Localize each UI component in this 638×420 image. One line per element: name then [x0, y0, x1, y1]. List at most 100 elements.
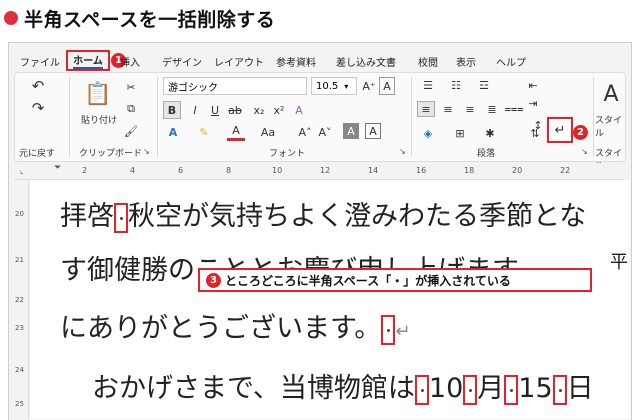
ruler-number: 23 [15, 324, 24, 332]
ruler-number: 16 [416, 166, 427, 175]
page-heading: 半角スペースを一括削除する [4, 4, 275, 32]
align-right-icon[interactable]: ≡ [461, 101, 479, 117]
tab-mailings[interactable]: 差し込み文書 [336, 54, 396, 69]
grow-font-button-icon[interactable]: A˄ [297, 123, 313, 141]
half-width-space-marker [463, 374, 478, 405]
annotation-callout: 3 ところどころに半角スペース「・」が挿入されている [198, 268, 592, 292]
divider [157, 77, 158, 157]
sort-icon[interactable]: ⇅ [527, 125, 543, 141]
asian-layout-icon[interactable]: ✱ [481, 125, 499, 141]
step-badge-3: 3 [206, 272, 221, 288]
bullets-icon[interactable]: ☰ [417, 77, 439, 93]
char-shading-icon[interactable]: A [343, 123, 359, 139]
borders-icon[interactable]: ⊞ [451, 125, 469, 141]
heading-text: 半角スペースを一括削除する [24, 8, 276, 31]
tab-references[interactable]: 参考資料 [276, 54, 316, 69]
ruler-number: 20 [512, 166, 523, 175]
align-center-icon[interactable]: ≡ [439, 101, 457, 117]
clipboard-launcher-icon[interactable]: ↘ [143, 147, 150, 156]
text-run: 秋空が気持ちよく澄みわたる季節と [128, 201, 560, 232]
tab-layout[interactable]: レイアウト [214, 54, 264, 69]
font-color-icon[interactable]: A [227, 123, 245, 141]
doc-line-2-tail: 平 [610, 252, 628, 273]
text-effects-icon[interactable]: A [291, 101, 307, 119]
paragraph-mark-icon: ↵ [395, 321, 411, 342]
tab-home-label: ホーム [73, 52, 103, 69]
tab-help[interactable]: ヘルプ [496, 54, 526, 69]
ribbon-tabs: ファイル ホーム 1 挿入 デザイン レイアウト 参考資料 差し込み文書 校閲 … [14, 50, 624, 71]
multilevel-list-icon[interactable]: ☲ [473, 77, 495, 93]
superscript-icon[interactable]: x² [271, 101, 287, 119]
font-size-value: 10.5 [316, 80, 339, 92]
styles-icon[interactable]: A [599, 81, 623, 107]
divider [69, 77, 70, 157]
tab-design[interactable]: デザイン [162, 54, 202, 69]
strikethrough-icon[interactable]: ab [227, 101, 243, 119]
doc-line-3: にありがとうございます。 ↵ [60, 306, 410, 345]
tab-insert[interactable]: 挿入 [120, 54, 140, 69]
change-case-button[interactable]: Aa [255, 123, 281, 141]
shading-icon[interactable]: ◈ [419, 125, 437, 141]
tab-file[interactable]: ファイル [20, 54, 60, 69]
decrease-indent-icon[interactable]: ⇤ [523, 77, 543, 93]
font-launcher-icon[interactable]: ↘ [399, 147, 406, 156]
divider [411, 77, 412, 157]
ruler-number: 14 [368, 166, 379, 175]
grow-font-icon[interactable]: A⁺ [361, 77, 377, 95]
distributed-icon[interactable]: ⩶ [505, 101, 524, 117]
italic-icon[interactable]: I [187, 101, 203, 119]
underline-icon[interactable]: U [207, 101, 223, 119]
callout-text: ところどころに半角スペース「・」が挿入されている [225, 273, 511, 288]
clipboard-group-label: クリップボード [79, 149, 143, 159]
redo-icon[interactable]: ↷ [27, 99, 49, 117]
font-group-label: フォント [269, 149, 306, 159]
font-name-value: 游ゴシック [168, 82, 218, 94]
increase-indent-icon[interactable]: ⇥ [523, 95, 543, 111]
styles-button-label[interactable]: スタイル [595, 113, 625, 139]
char-border-icon[interactable]: A [365, 123, 381, 139]
divider [593, 77, 594, 157]
highlight-icon[interactable]: ✎ [195, 123, 213, 141]
align-left-icon[interactable]: ≡ [417, 101, 435, 117]
text-run: な [559, 201, 587, 232]
format-painter-icon[interactable]: 🖌 [123, 123, 139, 139]
ruler-number: 20 [15, 210, 24, 218]
paste-icon[interactable]: 📋 [84, 79, 111, 109]
paragraph-mark-icon: ↵ [554, 122, 566, 138]
text-run: 15 [518, 373, 553, 404]
document-body[interactable]: 拝啓秋空が気持ちよく澄みわたる季節とな す御健勝のこととお慶び申し上げます。 平… [30, 180, 630, 419]
ruler-number: 25 [15, 400, 24, 408]
text-run: 月 [477, 373, 505, 404]
paragraph-launcher-icon[interactable]: ↘ [581, 147, 588, 156]
numbering-icon[interactable]: ☷ [445, 77, 467, 93]
subscript-icon[interactable]: x₂ [251, 101, 267, 119]
ruler-number: 21 [15, 256, 24, 264]
half-width-space-marker [504, 374, 519, 405]
show-formatting-marks-button[interactable]: ↵ [547, 117, 573, 143]
copy-icon[interactable]: ⧉ [123, 101, 139, 117]
undo-icon[interactable]: ↶ [27, 77, 49, 95]
tab-home[interactable]: ホーム [66, 50, 110, 71]
tab-view[interactable]: 表示 [456, 54, 476, 69]
text-effect-a-icon[interactable]: A [165, 123, 181, 141]
font-name-select[interactable]: 游ゴシック [163, 77, 307, 95]
ruler-number: 4 [130, 166, 136, 175]
indent-marker-icon[interactable]: ⏷ [54, 163, 61, 173]
text-run: 拝啓 [60, 201, 114, 232]
undo-group-label: 元に戻す [19, 149, 56, 159]
doc-line-1: 拝啓 秋空が気持ちよく澄みわたる季節とな [60, 194, 586, 233]
tab-stop-icon[interactable]: ⌞ [20, 166, 24, 175]
justify-icon[interactable]: ≣ [483, 101, 501, 117]
shrink-font-button-icon[interactable]: A˅ [317, 123, 333, 141]
paragraph-group-label: 段落 [477, 149, 496, 159]
font-size-select[interactable]: 10.5 ▾ [311, 77, 357, 95]
ruler-number: 2 [82, 166, 88, 175]
tab-review[interactable]: 校閲 [418, 54, 438, 69]
ribbon-panel: ↶ ↷ 元に戻す 📋 貼り付け ✂ ⧉ 🖌 クリップボード ↘ 游ゴシック 10… [14, 72, 626, 172]
cut-icon[interactable]: ✂ [123, 79, 139, 95]
bold-icon[interactable]: B [163, 101, 181, 119]
horizontal-ruler[interactable]: ⌞ ⏷ 2 4 6 8 10 12 14 16 18 20 22 [14, 163, 624, 180]
clear-format-icon[interactable]: A [379, 77, 395, 95]
text-run: 日 [566, 373, 594, 404]
paste-label[interactable]: 貼り付け [81, 113, 117, 126]
